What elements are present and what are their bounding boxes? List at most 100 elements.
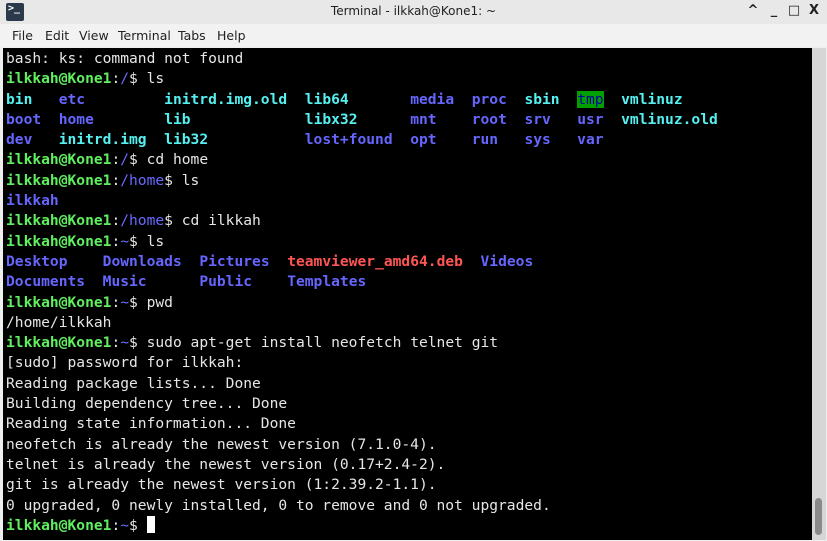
maximize-button[interactable]: □ [786, 3, 802, 18]
terminal-line: Desktop Downloads Pictures teamviewer_am… [6, 252, 718, 272]
terminal-text: : [111, 293, 121, 311]
file-entry: Desktop [6, 252, 68, 270]
close-button[interactable]: X [806, 3, 822, 18]
prompt-user-host: ilkkah@Kone1 [6, 334, 112, 352]
menu-file[interactable]: File [12, 28, 33, 43]
prompt-path: ~ [120, 516, 130, 534]
prompt-user-host: ilkkah@Kone1 [6, 212, 112, 230]
file-entry: Videos [480, 252, 534, 270]
terminal-line: 0 upgraded, 0 newly installed, 0 to remo… [6, 496, 718, 516]
menu-bar: File Edit View Terminal Tabs Help [0, 24, 827, 47]
file-entry: Public [199, 273, 253, 291]
terminal-text: git is already the newest version (1:2.3… [6, 476, 437, 494]
terminal-text: Building dependency tree... Done [6, 395, 288, 413]
keep-above-button[interactable]: ^ [745, 3, 761, 18]
file-entry: dev [6, 131, 33, 149]
terminal-line: ilkkah [6, 191, 718, 211]
terminal-line: boot home lib libx32 mnt root srv usr vm… [6, 110, 718, 130]
prompt-user-host: ilkkah@Kone1 [6, 151, 112, 169]
file-entry: ilkkah [6, 192, 59, 210]
terminal-line: ilkkah@Kone1:/home$ cd ilkkah [6, 211, 718, 231]
terminal-text: $ ls [129, 232, 165, 250]
terminal-line: Building dependency tree... Done [6, 394, 718, 414]
terminal-text: $ ls [164, 171, 200, 189]
file-entry: Pictures [199, 252, 270, 270]
file-entry: opt [410, 131, 437, 149]
menu-terminal[interactable]: Terminal [118, 28, 171, 43]
file-entry: Music [102, 273, 147, 291]
file-entry: bin [6, 90, 33, 108]
file-entry: lib32 [164, 131, 209, 149]
terminal-text: : [111, 516, 121, 534]
prompt-path: ~ [120, 293, 130, 311]
file-entry: media [410, 90, 455, 108]
terminal-text: $ ls [129, 70, 165, 88]
terminal-line: Reading package lists... Done [6, 374, 718, 394]
scrollbar[interactable] [812, 48, 826, 540]
terminal-line: ilkkah@Kone1:~$ pwd [6, 293, 718, 313]
prompt-path: ~ [120, 334, 130, 352]
scrollbar-thumb[interactable] [815, 498, 822, 535]
terminal-text: $ pwd [129, 293, 173, 311]
title-bar: >_ Terminal - ilkkah@Kone1: ~ ^ _ □ X [0, 0, 827, 24]
minimize-button[interactable]: _ [766, 3, 782, 18]
terminal-text: $ sudo apt-get install neofetch telnet g… [129, 334, 499, 352]
terminal-output[interactable]: bash: ks: command not found ilkkah@Kone1:… [3, 48, 812, 540]
terminal-line: ilkkah@Kone1:/$ cd home [6, 150, 718, 170]
file-entry: etc [58, 90, 86, 108]
terminal-line: bin etc initrd.img.old lib64 media proc … [6, 90, 718, 110]
menu-view[interactable]: View [79, 28, 109, 43]
menu-help[interactable]: Help [217, 28, 246, 43]
terminal-text: neofetch is already the newest version (… [6, 435, 437, 453]
file-entry: Documents [6, 273, 86, 291]
terminal-text: : [111, 171, 121, 189]
file-entry: vmlinuz.old [621, 110, 718, 128]
file-entry: sys [524, 131, 551, 149]
terminal-text: telnet is already the newest version (0.… [6, 455, 446, 473]
terminal-line: bash: ks: command not found [6, 49, 718, 69]
file-entry: usr [577, 110, 604, 128]
file-entry: initrd.img.old [164, 90, 288, 108]
terminal-line: telnet is already the newest version (0.… [6, 455, 718, 475]
terminal-text: [sudo] password for ilkkah: [6, 354, 244, 372]
menu-tabs[interactable]: Tabs [178, 28, 206, 43]
file-entry: srv [524, 110, 551, 128]
file-entry: Templates [287, 273, 367, 291]
terminal-text: : [111, 151, 121, 169]
file-entry: libx32 [304, 110, 358, 128]
prompt-user-host: ilkkah@Kone1 [6, 232, 112, 250]
terminal-line: ilkkah@Kone1:/$ ls [6, 69, 718, 89]
file-entry: lib [164, 110, 191, 128]
terminal-text: bash: ks: command not found [6, 50, 244, 67]
terminal-line: Reading state information... Done [6, 414, 718, 434]
file-entry: var [577, 131, 604, 149]
prompt-user-host: ilkkah@Kone1 [6, 171, 112, 189]
terminal-text: Reading state information... Done [6, 415, 296, 433]
terminal-line: Documents Music Public Templates [6, 272, 718, 292]
menu-edit[interactable]: Edit [45, 28, 69, 43]
terminal-text: : [111, 212, 121, 230]
prompt-path: / [120, 70, 130, 88]
